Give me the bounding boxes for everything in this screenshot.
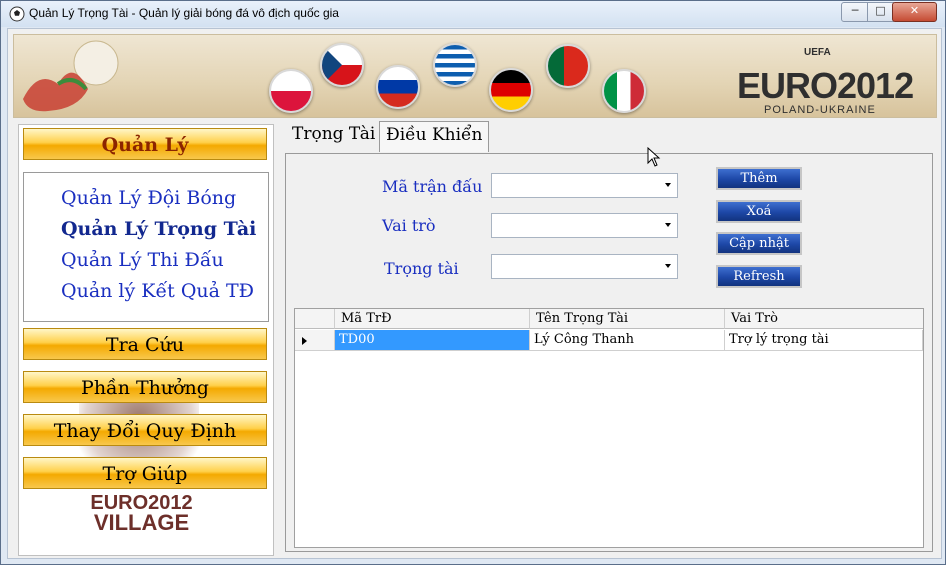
- phan-thuong-button[interactable]: Phần Thưởng: [23, 371, 267, 403]
- column-header-ma-trd[interactable]: Mã TrĐ: [335, 309, 530, 329]
- table-cell-ten-trong-tai[interactable]: Lý Công Thanh: [530, 330, 725, 351]
- menu-item-thi-dau[interactable]: Quản Lý Thi Đấu: [61, 249, 224, 271]
- trong-tai-combo[interactable]: [491, 254, 678, 279]
- menu-item-trong-tai[interactable]: Quản Lý Trọng Tài: [61, 218, 256, 240]
- app-window: Quản Lý Trọng Tài - Quản lý giải bóng đá…: [0, 0, 946, 565]
- poland-ukraine-label: POLAND-UKRAINE: [764, 104, 876, 116]
- italy-flag-icon: [602, 69, 646, 113]
- euro2012-logo-text: EURO2012: [737, 65, 914, 106]
- tab-dieu-khien[interactable]: Điều Khiển: [379, 121, 490, 152]
- row-header-corner: [295, 309, 335, 329]
- referee-grid[interactable]: Mã TrĐ Tên Trọng Tài Vai Trò TD00 Lý Côn…: [294, 308, 924, 548]
- current-row-arrow-icon: [302, 337, 307, 345]
- tab-content: Mã trận đấu Vai trò Trọng tài Thêm Xoá C…: [285, 153, 933, 552]
- mouse-pointer-icon: [647, 147, 661, 167]
- table-cell-vai-tro[interactable]: Trợ lý trọng tài: [725, 330, 923, 351]
- row-header[interactable]: [295, 330, 335, 351]
- menu-item-doi-bong[interactable]: Quản Lý Đội Bóng: [61, 187, 236, 209]
- vai-tro-combo[interactable]: [491, 213, 678, 238]
- cap-nhat-button[interactable]: Cập nhật: [716, 232, 802, 255]
- title-bar[interactable]: Quản Lý Trọng Tài - Quản lý giải bóng đá…: [1, 1, 945, 27]
- client-area: UEFA EURO2012 POLAND-UKRAINE Quản Lý Quả…: [7, 28, 942, 559]
- close-button[interactable]: ✕: [892, 2, 937, 22]
- ma-tran-dau-label: Mã trận đấu: [382, 177, 483, 196]
- refresh-button[interactable]: Refresh: [716, 265, 802, 288]
- chevron-down-icon: [665, 183, 671, 187]
- soccer-ball-icon: [9, 6, 25, 22]
- chevron-down-icon: [665, 264, 671, 268]
- euro2012-banner: UEFA EURO2012 POLAND-UKRAINE: [13, 34, 937, 118]
- portugal-flag-icon: [546, 44, 590, 88]
- euro2012-trophy-logo-icon: [23, 40, 119, 112]
- quan-ly-button[interactable]: Quản Lý: [23, 128, 267, 160]
- column-header-ten-trong-tai[interactable]: Tên Trọng Tài: [530, 309, 725, 329]
- table-cell-ma-trd[interactable]: TD00: [335, 330, 530, 351]
- management-submenu: Quản Lý Đội Bóng Quản Lý Trọng Tài Quản …: [23, 172, 269, 322]
- czech-flag-icon: [320, 43, 364, 87]
- sidebar: Quản Lý Quản Lý Đội Bóng Quản Lý Trọng T…: [18, 124, 274, 556]
- tro-giup-button[interactable]: Trợ Giúp: [23, 457, 267, 489]
- ma-tran-dau-combo[interactable]: [491, 173, 678, 198]
- thay-doi-quy-dinh-button[interactable]: Thay Đổi Quy Định: [23, 414, 267, 446]
- chevron-down-icon: [665, 223, 671, 227]
- greece-flag-icon: [433, 43, 477, 87]
- germany-flag-icon: [489, 68, 533, 112]
- menu-item-ket-qua[interactable]: Quản lý Kết Quả TĐ: [61, 280, 254, 302]
- minimize-button[interactable]: ─: [841, 2, 869, 22]
- close-icon: ✕: [909, 4, 920, 17]
- tra-cuu-button[interactable]: Tra Cứu: [23, 328, 267, 360]
- russia-flag-icon: [376, 65, 420, 109]
- village-logo-line2: VILLAGE: [93, 510, 190, 535]
- minimize-icon: ─: [851, 4, 859, 17]
- maximize-icon: □: [875, 4, 886, 17]
- column-header-vai-tro[interactable]: Vai Trò: [725, 309, 923, 329]
- poland-flag-icon: [269, 69, 313, 113]
- maximize-button[interactable]: □: [867, 2, 894, 22]
- window-title: Quản Lý Trọng Tài - Quản lý giải bóng đá…: [29, 6, 339, 20]
- uefa-label: UEFA: [804, 47, 831, 58]
- them-button[interactable]: Thêm: [716, 167, 802, 190]
- trong-tai-label: Trọng tài: [384, 259, 459, 278]
- xoa-button[interactable]: Xoá: [716, 200, 802, 223]
- euro2012-village-logo: EURO2012 VILLAGE: [79, 493, 204, 535]
- vai-tro-label: Vai trò: [382, 216, 436, 235]
- tab-trong-tai[interactable]: Trọng Tài: [286, 121, 381, 148]
